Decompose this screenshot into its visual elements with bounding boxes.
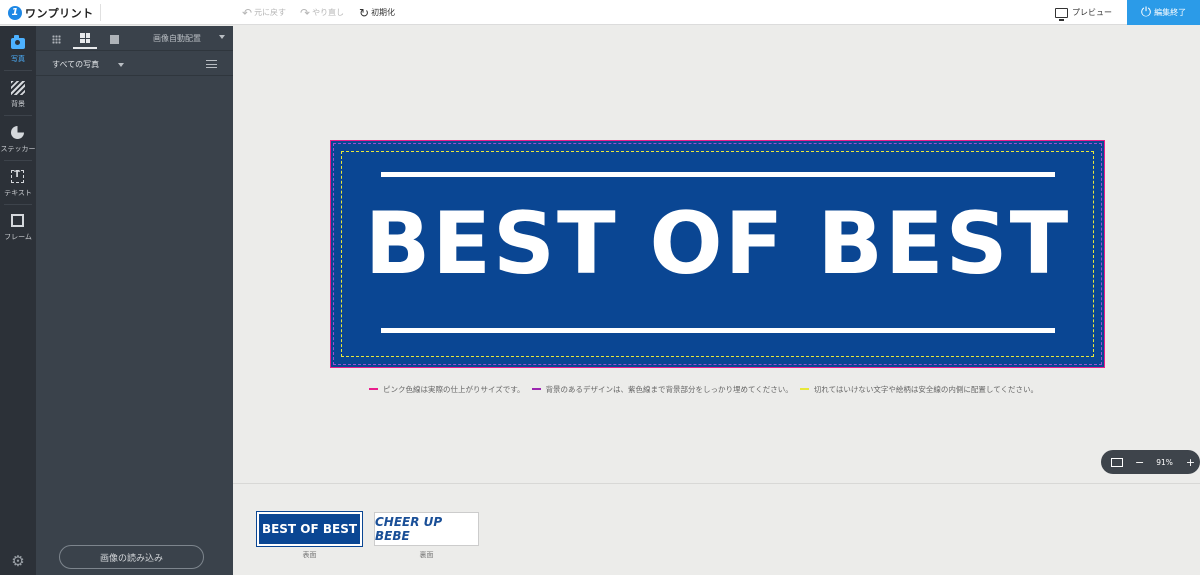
menu-icon[interactable] — [206, 60, 217, 68]
thumb-preview: BEST OF BEST — [256, 511, 363, 547]
text-box-icon — [10, 169, 26, 185]
purple-dash-icon — [531, 388, 541, 390]
fit-screen-icon[interactable] — [1111, 457, 1123, 467]
design-preview[interactable]: BEST OF BEST — [330, 140, 1105, 368]
top-rule — [381, 172, 1055, 177]
photo-filter-row: すべての写真 — [36, 52, 233, 76]
tool-label: テキスト — [4, 189, 32, 197]
top-toolbar: 1 ワンプリント ↶ 元に戻す ↷ やり直し ↻ 初期化 プレビュー ⏻ 編集終… — [0, 0, 1200, 25]
view-small-grid-tab[interactable] — [44, 31, 68, 47]
monitor-icon — [1055, 7, 1068, 21]
camera-icon — [10, 35, 26, 51]
tool-label: フレーム — [4, 233, 32, 241]
caret-down-icon[interactable] — [118, 63, 124, 67]
zoom-control: − 91% + — [1101, 450, 1200, 474]
brand-mark-icon: 1 — [8, 5, 22, 20]
legend-text: 切れてはいけない文字や絵柄は安全線の内側に配置してください。 — [813, 384, 1038, 394]
brand-name: ワンプリント — [25, 6, 94, 20]
frame-icon — [10, 213, 26, 229]
photo-filter-select[interactable]: すべての写真 — [52, 59, 99, 70]
view-medium-grid-tab[interactable] — [73, 29, 97, 49]
tool-label: 写真 — [11, 55, 25, 63]
grid-large-icon — [109, 34, 119, 44]
tool-label: ステッカー — [0, 145, 36, 153]
legend-item-safe: 切れてはいけない文字や絵柄は安全線の内側に配置してください。 — [799, 384, 1038, 395]
pink-dash-icon — [369, 388, 378, 390]
photo-panel: 画像自動配置 すべての写真 画像の読み込み — [36, 26, 233, 575]
preview-label: プレビュー — [1072, 8, 1112, 17]
undo-icon: ↶ — [242, 5, 253, 20]
legend-item-bleed: 背景のあるデザインは、紫色線まで背景部分をしっかり埋めてください。 — [531, 384, 793, 395]
reset-label: 初期化 — [371, 8, 396, 17]
tool-sticker[interactable]: ステッカー — [0, 116, 36, 160]
sticker-icon — [10, 125, 26, 141]
tool-photo[interactable]: 写真 — [0, 26, 36, 70]
grid-medium-icon — [80, 33, 90, 43]
gear-icon[interactable]: ⚙ — [10, 553, 26, 569]
power-icon: ⏻ — [1140, 5, 1152, 20]
page-thumb-back[interactable]: CHEER UP BEBE 裏面 — [374, 512, 479, 560]
editor-canvas: BEST OF BEST ピンク色線は実際の仕上がりサイズです。 背景のあるデザ… — [233, 26, 1200, 483]
guide-legend: ピンク色線は実際の仕上がりサイズです。 背景のあるデザインは、紫色線まで背景部分… — [369, 384, 1045, 394]
thumb-preview: CHEER UP BEBE — [374, 512, 479, 546]
undo-button[interactable]: ↶ 元に戻す — [242, 5, 286, 20]
view-large-tab[interactable] — [102, 31, 126, 47]
tool-background[interactable]: 背景 — [0, 71, 36, 115]
zoom-level: 91% — [1156, 457, 1173, 467]
yellow-dash-icon — [799, 388, 809, 390]
reset-button[interactable]: ↻ 初期化 — [359, 5, 395, 20]
thumb-label: 表面 — [302, 551, 317, 559]
reset-icon: ↻ — [359, 5, 370, 20]
tool-label: 背景 — [11, 100, 25, 108]
undo-label: 元に戻す — [254, 8, 287, 17]
bottom-rule — [381, 328, 1055, 333]
finish-label: 編集終了 — [1154, 8, 1187, 17]
design-title[interactable]: BEST OF BEST — [331, 189, 1104, 299]
legend-text: ピンク色線は実際の仕上がりサイズです。 — [383, 384, 525, 394]
divider — [100, 4, 101, 21]
tool-text[interactable]: テキスト — [0, 160, 36, 204]
page-thumb-front[interactable]: BEST OF BEST 表面 — [256, 511, 363, 560]
view-tabs: 画像自動配置 — [36, 26, 233, 51]
hatch-icon — [10, 80, 26, 96]
redo-icon: ↷ — [300, 5, 311, 20]
brand-logo[interactable]: 1 ワンプリント — [8, 5, 94, 20]
zoom-out-button[interactable]: − — [1135, 456, 1144, 469]
load-images-button[interactable]: 画像の読み込み — [59, 545, 204, 569]
legend-item-trim: ピンク色線は実際の仕上がりサイズです。 — [369, 384, 525, 395]
zoom-in-button[interactable]: + — [1186, 456, 1195, 469]
page-thumbnails: BEST OF BEST 表面 CHEER UP BEBE 裏面 — [233, 483, 1200, 575]
grid-small-icon — [51, 34, 61, 44]
caret-down-icon[interactable] — [219, 35, 225, 39]
preview-button[interactable]: プレビュー — [1055, 5, 1112, 21]
auto-arrange-dropdown[interactable]: 画像自動配置 — [153, 33, 201, 44]
redo-button[interactable]: ↷ やり直し — [300, 5, 344, 20]
tool-frame[interactable]: フレーム — [0, 204, 36, 248]
legend-text: 背景のあるデザインは、紫色線まで背景部分をしっかり埋めてください。 — [545, 384, 793, 394]
thumb-label: 裏面 — [419, 551, 434, 559]
redo-label: やり直し — [312, 8, 345, 17]
tool-sidebar: 写真 背景 ステッカー テキスト フレーム ⚙ — [0, 26, 36, 575]
finish-editing-button[interactable]: ⏻ 編集終了 — [1127, 0, 1200, 25]
